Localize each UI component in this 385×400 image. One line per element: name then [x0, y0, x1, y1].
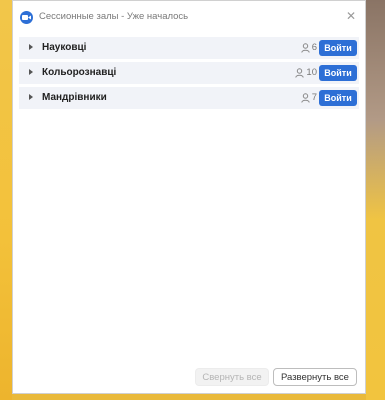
person-icon	[301, 92, 310, 103]
participant-count: 7	[301, 92, 317, 103]
room-list: Науковці 6 Войти Кольорознавці 10 Войти	[19, 37, 359, 112]
room-name: Кольорознавці	[42, 67, 117, 78]
chevron-right-icon[interactable]	[29, 94, 33, 100]
participant-count: 6	[301, 42, 317, 53]
backdrop-right	[366, 0, 385, 400]
join-button[interactable]: Войти	[319, 40, 357, 56]
collapse-all-button[interactable]: Свернуть все	[195, 368, 269, 386]
backdrop-left	[0, 0, 12, 400]
participant-count-value: 10	[306, 67, 317, 78]
chevron-right-icon[interactable]	[29, 69, 33, 75]
chevron-right-icon[interactable]	[29, 44, 33, 50]
join-button[interactable]: Войти	[319, 65, 357, 81]
window-title: Сессионные залы - Уже началось	[39, 11, 189, 22]
join-button[interactable]: Войти	[319, 90, 357, 106]
title-bar: Сессионные залы - Уже началось ✕	[13, 1, 365, 33]
room-row[interactable]: Кольорознавці 10 Войти	[19, 62, 359, 84]
participant-count: 10	[295, 67, 317, 78]
participant-count-value: 7	[311, 92, 317, 103]
expand-all-button[interactable]: Развернуть все	[273, 368, 357, 386]
person-icon	[295, 67, 305, 78]
close-icon[interactable]: ✕	[343, 8, 359, 24]
room-name: Науковці	[42, 42, 87, 53]
room-name: Мандрівники	[42, 92, 107, 103]
breakout-rooms-window: Сессионные залы - Уже началось ✕ Науковц…	[12, 0, 366, 394]
room-row[interactable]: Мандрівники 7 Войти	[19, 87, 359, 109]
room-row[interactable]: Науковці 6 Войти	[19, 37, 359, 59]
zoom-app-icon	[20, 11, 33, 24]
person-icon	[301, 42, 310, 53]
participant-count-value: 6	[311, 42, 317, 53]
